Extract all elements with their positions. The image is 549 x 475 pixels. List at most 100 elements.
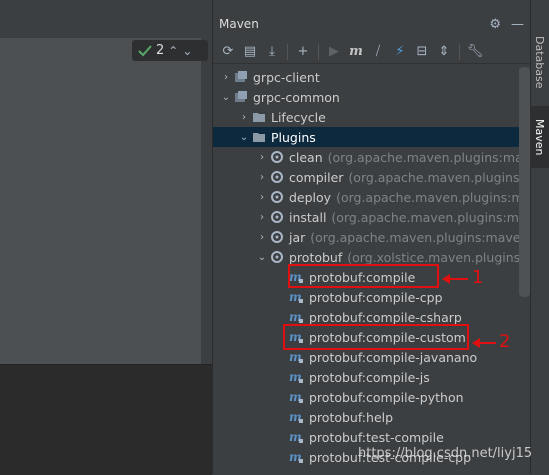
tree-node-plugin-clean[interactable]: › clean (org.apache.maven.plugins:maven-… [213,147,530,167]
tree-node-label: protobuf:compile-javanano [309,349,478,365]
maven-goal-icon: m [289,289,305,305]
toggle-offline-icon[interactable]: ⧸ [369,43,387,61]
toolbar-separator [318,43,319,60]
folder-icon [251,109,267,125]
tree-node-label: protobuf [289,249,343,265]
tree-node-label: install [289,209,327,225]
expand-arrow-icon[interactable]: ⌄ [237,132,251,143]
expand-arrow-icon[interactable]: ⌄ [255,252,269,263]
maven-goal-icon: m [289,429,305,445]
side-tab-maven[interactable]: Maven [530,106,549,168]
tree-node-label: compiler [289,169,344,185]
skip-tests-icon[interactable]: ⚡ [391,43,409,61]
collapse-all-icon[interactable]: ⇕ [435,43,453,61]
plugin-coordinates: (org.apache.maven.plugins:maven [348,169,530,185]
expand-arrow-icon[interactable]: › [255,192,269,203]
maven-goal-icon: m [289,369,305,385]
show-dependencies-icon[interactable]: ⊟ [413,43,431,61]
tree-node-goal-compile-cpp[interactable]: m protobuf:compile-cpp [213,287,530,307]
run-icon[interactable]: ▶ [325,43,343,61]
editor-tab-bar [0,0,212,38]
tree-node-grpc-client[interactable]: › grpc-client [213,67,530,87]
tree-node-plugin-install[interactable]: › install (org.apache.maven.plugins:mave… [213,207,530,227]
tree-node-goal-test-compile[interactable]: m protobuf:test-compile [213,427,530,447]
reload-icon[interactable]: ⟳ [219,43,237,61]
gear-icon[interactable]: ⚙ [489,17,501,32]
tree-scrollbar-thumb[interactable] [519,67,530,297]
download-icon[interactable]: ⤓ [263,43,281,61]
add-icon[interactable]: + [294,43,312,61]
plugin-gear-icon [269,249,285,265]
plugin-coordinates: (org.apache.maven.plugins:maven [336,189,530,205]
side-tab-label: Maven [533,118,546,156]
add-module-icon[interactable]: ▤ [241,43,259,61]
maven-module-icon [233,69,249,85]
annotation-label-2: 2 [499,331,511,352]
maven-panel-header: Maven ⚙ — [213,12,530,36]
tree-node-label: protobuf:compile-csharp [309,309,462,325]
tree-node-label: Lifecycle [271,109,326,125]
plugin-coordinates: (org.apache.maven.plugins:maven-i [331,209,530,225]
bottom-panel [0,364,212,475]
inspection-widget[interactable]: 2 ⌃ ⌄ [132,40,208,61]
folder-icon [251,129,267,145]
maven-goal-icon: m [289,449,305,465]
plugin-coordinates: (org.xolstice.maven.plugins:prot [347,249,530,265]
annotation-arrow-icon [472,338,496,348]
tree-node-plugin-deploy[interactable]: › deploy (org.apache.maven.plugins:maven [213,187,530,207]
maven-toolbar: ⟳ ▤ ⤓ + ▶ m ⧸ ⚡ ⊟ ⇕ 🔧︎ [213,40,530,64]
tree-node-label: protobuf:compile-python [309,389,464,405]
toolbar-separator [459,43,460,60]
maven-module-icon [233,89,249,105]
chevron-up-icon[interactable]: ⌃ [168,44,178,58]
minimize-icon[interactable]: — [511,17,524,32]
maven-goal-icon: m [289,409,305,425]
tree-node-label: protobuf:compile-cpp [309,289,443,305]
tree-node-plugin-compiler[interactable]: › compiler (org.apache.maven.plugins:mav… [213,167,530,187]
check-icon [138,44,152,56]
maven-goal-icon: m [289,309,305,325]
maven-goal-icon: m [289,389,305,405]
tree-node-label: protobuf:help [309,409,394,425]
plugin-gear-icon [269,149,285,165]
plugin-coordinates: (org.apache.maven.plugins:maven-c [327,149,530,165]
side-tab-label: Database [533,35,546,89]
tree-node-label: deploy [289,189,332,205]
chevron-down-icon[interactable]: ⌄ [182,44,192,58]
watermark: https://blog.csdn.net/liyj15 [358,446,533,461]
editor-area[interactable] [0,38,201,364]
expand-arrow-icon[interactable]: ⌄ [219,92,233,103]
expand-arrow-icon[interactable]: › [219,72,233,83]
tree-node-plugin-jar[interactable]: › jar (org.apache.maven.plugins:maven-ja… [213,227,530,247]
annotation-arrow-icon [442,274,468,284]
tree-node-goal-compile-javanano[interactable]: m protobuf:compile-javanano [213,347,530,367]
tree-node-plugins[interactable]: ⌄ Plugins [213,127,530,147]
tree-node-goal-compile-js[interactable]: m protobuf:compile-js [213,367,530,387]
expand-arrow-icon[interactable]: › [255,232,269,243]
expand-arrow-icon[interactable]: › [255,152,269,163]
tree-node-label: grpc-common [253,89,340,105]
maven-panel-title: Maven [219,17,259,31]
tree-node-label: Plugins [271,129,316,145]
plugin-gear-icon [269,169,285,185]
tree-node-label: clean [289,149,323,165]
plugin-gear-icon [269,229,285,245]
plugin-coordinates: (org.apache.maven.plugins:maven-jar- [310,229,530,245]
editor-scrollbar[interactable] [201,38,212,364]
side-tab-database[interactable]: Database [530,35,549,89]
highlight-box-compile [288,264,439,288]
expand-arrow-icon[interactable]: › [237,112,251,123]
tree-node-goal-help[interactable]: m protobuf:help [213,407,530,427]
expand-arrow-icon[interactable]: › [255,172,269,183]
toolbar-separator [287,43,288,60]
expand-arrow-icon[interactable]: › [255,212,269,223]
annotation-label-1: 1 [472,267,484,288]
tree-node-label: protobuf:test-compile [309,429,444,445]
tree-node-label: jar [289,229,306,245]
inspection-count: 2 [156,43,165,58]
wrench-icon[interactable]: 🔧︎ [466,43,484,61]
tree-node-goal-compile-python[interactable]: m protobuf:compile-python [213,387,530,407]
tree-node-grpc-common[interactable]: ⌄ grpc-common [213,87,530,107]
maven-goal-icon[interactable]: m [347,43,365,61]
tree-node-lifecycle[interactable]: › Lifecycle [213,107,530,127]
